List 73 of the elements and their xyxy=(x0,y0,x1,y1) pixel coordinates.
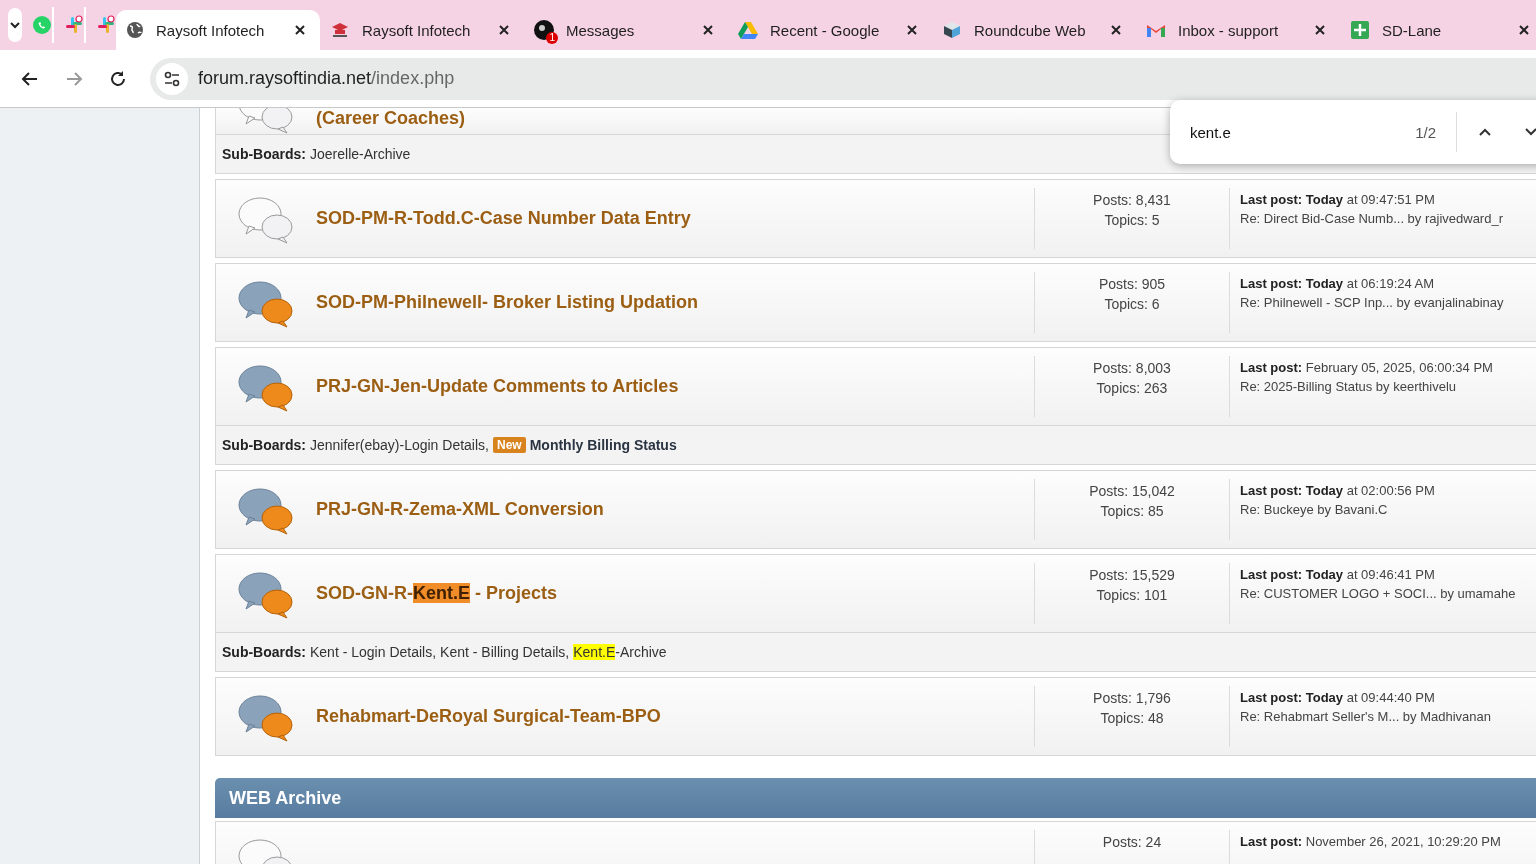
tune-icon[interactable] xyxy=(163,69,181,88)
count-badge: 1 xyxy=(546,32,558,44)
tab-search-button[interactable] xyxy=(8,8,22,42)
url-text: forum.raysoftindia.net/index.php xyxy=(198,68,455,89)
globe-icon xyxy=(126,21,144,39)
new-badge: New xyxy=(493,437,526,453)
subboard-link[interactable]: Kent - Login Details, xyxy=(310,644,437,660)
posts-count: Posts: 8,003 xyxy=(1093,360,1171,376)
last-post-reply: Re: Rehabmart Seller's M... by Madhivanan xyxy=(1240,709,1493,724)
last-post-info: Last post: Today at 02:00:56 PM xyxy=(1240,483,1436,498)
board-title-link[interactable]: SOD-GN-R-Kent.E - Projects xyxy=(316,583,558,604)
cap-icon xyxy=(330,20,350,40)
browser-tab[interactable]: 1 Messages xyxy=(524,10,728,50)
tab-title: Roundcube Web xyxy=(974,21,1087,39)
browser-tab[interactable]: Inbox - support xyxy=(1136,10,1340,50)
topics-count: Topics: 6 xyxy=(1104,296,1160,312)
subboards-label: Sub-Boards: xyxy=(222,437,306,453)
last-post-info: Last post: Today at 09:44:40 PM xyxy=(1240,690,1436,705)
board-title-link[interactable]: PRJ-GN-R-Zema-XML Conversion xyxy=(316,499,604,520)
tab-title: Messages xyxy=(566,21,636,39)
posts-count: Posts: 8,431 xyxy=(1093,192,1171,208)
board-title-link[interactable]: PRJ-GN-Jen-Update Comments to Articles xyxy=(316,376,679,397)
category-header: WEB Archive xyxy=(215,778,1536,818)
address-bar[interactable]: forum.raysoftindia.net/index.php xyxy=(150,57,1536,100)
topics-count: Topics: 48 xyxy=(1100,710,1164,726)
pinned-tab[interactable] xyxy=(64,7,86,43)
tab-title: Inbox - support xyxy=(1178,21,1280,39)
posts-count: Posts: 905 xyxy=(1098,276,1166,292)
mail-icon xyxy=(1146,22,1166,38)
topics-count: Topics: 101 xyxy=(1096,587,1168,603)
posts-count: Posts: 1,796 xyxy=(1093,690,1171,706)
board-title-link[interactable]: (Career Coaches) xyxy=(316,108,466,129)
last-post-info: Last post: November 26, 2021, 10:29:20 PM xyxy=(1240,834,1502,849)
posts-count: Posts: 15,042 xyxy=(1089,483,1175,499)
posts-count: Posts: 15,529 xyxy=(1089,567,1175,583)
subboard-link[interactable]: Kent - Billing Details, xyxy=(440,644,570,660)
board-title-link[interactable]: Rehabmart-DeRoyal Surgical-Team-BPO xyxy=(316,706,661,727)
subboard-link[interactable]: Jennifer(ebay)-Login Details, xyxy=(310,437,489,453)
browser-tab[interactable]: Recent - Google xyxy=(728,10,932,50)
board-title-link[interactable]: SOD-PM-Philnewell- Broker Listing Updation xyxy=(316,292,699,313)
tab-title: Raysoft Infotech xyxy=(362,21,472,39)
last-post-reply: Re: 2025-Billing Status by keerthivelu xyxy=(1240,379,1458,394)
board-title-link[interactable]: SOD-PM-R-Todd.C-Case Number Data Entry xyxy=(316,208,691,229)
subboards-label: Sub-Boards: xyxy=(222,644,306,660)
subboard-link[interactable]: Kent.E-Archive xyxy=(573,644,667,660)
subboard-link[interactable]: Joerelle-Archive xyxy=(310,146,411,162)
browser-tab[interactable]: Raysoft Infotech xyxy=(320,10,524,50)
tab-title: Recent - Google xyxy=(770,21,881,39)
last-post-reply: Re: CUSTOMER LOGO + SOCI... by umamahe xyxy=(1240,586,1517,601)
topics-count: Topics: 85 xyxy=(1100,503,1164,519)
browser-tab[interactable]: SD-Lane xyxy=(1340,10,1536,50)
tab-title: Raysoft Infotech xyxy=(156,21,266,39)
triangle-icon xyxy=(738,21,758,39)
browser-tab[interactable]: Roundcube Web xyxy=(932,10,1136,50)
topics-count: Topics: 5 xyxy=(1104,212,1160,228)
topics-count: Topics: 263 xyxy=(1096,380,1168,396)
find-input[interactable]: kent.e xyxy=(1190,123,1390,141)
subboard-link[interactable]: Monthly Billing Status xyxy=(529,437,677,453)
last-post-info: Last post: Today at 06:19:24 AM xyxy=(1240,276,1436,291)
last-post-info: Last post: Today at 09:46:41 PM xyxy=(1240,567,1436,582)
cube-icon xyxy=(942,20,962,40)
tab-title: SD-Lane xyxy=(1382,21,1443,39)
last-post-reply: Re: Philnewell - SCP Inp... by evanjalinabinay xyxy=(1240,295,1505,310)
subboards-label: Sub-Boards: xyxy=(222,146,306,162)
last-post-reply: Re: Direct Bid-Case Numb... by rajivedward_r xyxy=(1240,211,1504,226)
plus-icon xyxy=(1350,20,1370,40)
last-post-reply: Re: Buckeye by Bavani.C xyxy=(1240,502,1389,517)
last-post-info: Last post: February 05, 2025, 06:00:34 PM xyxy=(1240,360,1494,375)
browser-tab[interactable]: Raysoft Infotech xyxy=(116,10,320,50)
last-post-info: Last post: Today at 09:47:51 PM xyxy=(1240,192,1436,207)
posts-count: Posts: 24 xyxy=(1102,834,1162,850)
chat-icon xyxy=(32,15,52,35)
match-count: 1/2 xyxy=(1414,123,1436,141)
